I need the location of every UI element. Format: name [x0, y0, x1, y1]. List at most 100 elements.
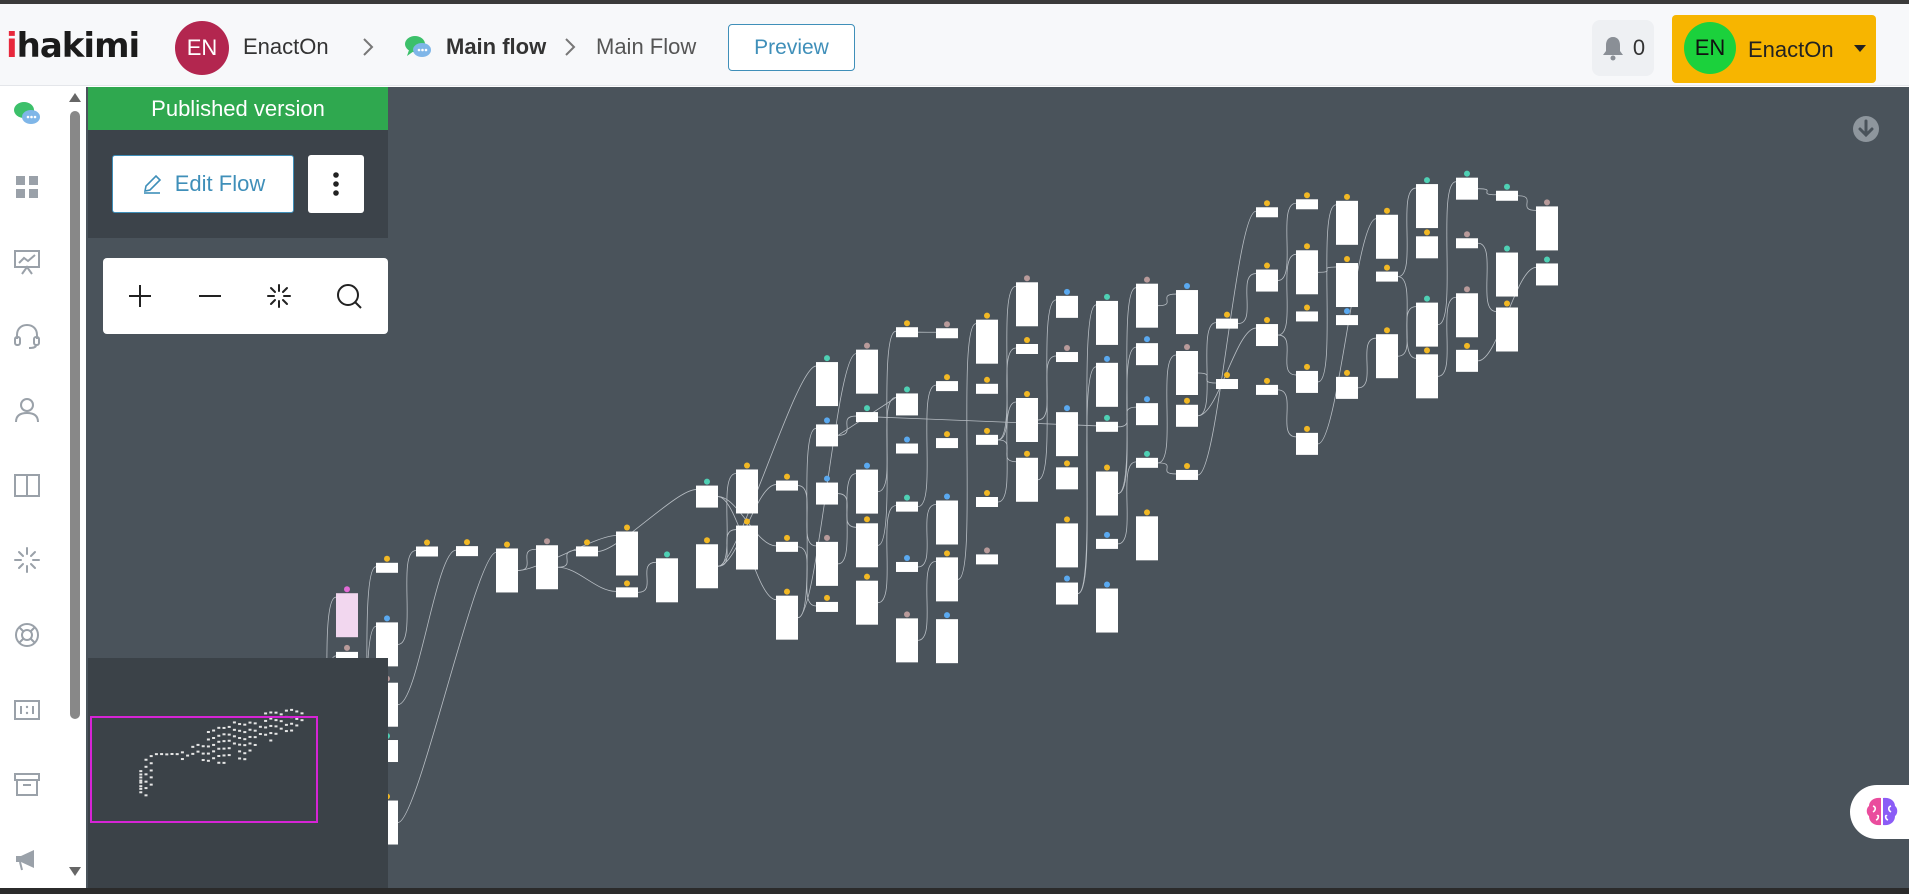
- flow-node-port[interactable]: [1384, 264, 1390, 271]
- flow-node-port[interactable]: [1144, 276, 1150, 283]
- flow-node[interactable]: [576, 539, 598, 557]
- flow-node-port[interactable]: [1264, 317, 1270, 324]
- flow-node[interactable]: [856, 405, 878, 423]
- flow-node-card[interactable]: [1536, 206, 1558, 251]
- flow-node[interactable]: [1176, 462, 1198, 480]
- flow-minimap[interactable]: [88, 658, 388, 888]
- flow-node-port[interactable]: [1104, 531, 1110, 538]
- flow-node-card[interactable]: [616, 587, 638, 598]
- flow-node-port[interactable]: [624, 524, 630, 531]
- ratio-icon[interactable]: [12, 695, 42, 725]
- flow-node[interactable]: [936, 550, 958, 602]
- download-icon[interactable]: [1851, 114, 1881, 144]
- flow-node-port[interactable]: [1464, 231, 1470, 238]
- flow-node-card[interactable]: [936, 619, 958, 664]
- flow-node-card[interactable]: [1056, 352, 1078, 363]
- flow-node[interactable]: [1016, 275, 1038, 327]
- flow-node-port[interactable]: [1104, 581, 1110, 588]
- flow-node-port[interactable]: [1024, 275, 1030, 282]
- flow-node[interactable]: [1216, 311, 1238, 329]
- flow-node-card[interactable]: [1176, 469, 1198, 480]
- flow-node[interactable]: [856, 573, 878, 625]
- breadcrumb-flow[interactable]: Main flow: [446, 34, 546, 60]
- flow-node-card[interactable]: [616, 531, 638, 576]
- flow-node-port[interactable]: [1184, 462, 1190, 469]
- flow-node[interactable]: [1096, 293, 1118, 345]
- user-menu-button[interactable]: EN EnactOn: [1672, 15, 1876, 83]
- flow-node-port[interactable]: [1384, 327, 1390, 334]
- flow-node-port[interactable]: [1184, 397, 1190, 404]
- flow-node[interactable]: [896, 494, 918, 512]
- flow-node[interactable]: [856, 516, 878, 568]
- flow-node-card[interactable]: [1056, 523, 1078, 568]
- flow-node-card[interactable]: [1136, 516, 1158, 561]
- flow-node[interactable]: [1136, 509, 1158, 561]
- flow-node-card[interactable]: [1216, 379, 1238, 390]
- flow-node[interactable]: [696, 537, 718, 589]
- flow-node-card[interactable]: [1056, 295, 1078, 318]
- flow-node-card[interactable]: [336, 593, 358, 638]
- flow-node-port[interactable]: [904, 386, 910, 393]
- flow-node-card[interactable]: [856, 349, 878, 394]
- flow-node-port[interactable]: [784, 588, 790, 595]
- flow-node[interactable]: [1056, 460, 1078, 490]
- flow-node-card[interactable]: [1176, 404, 1198, 427]
- flow-node-card[interactable]: [896, 443, 918, 454]
- flow-node[interactable]: [1096, 414, 1118, 432]
- flow-node-port[interactable]: [904, 611, 910, 618]
- search-button[interactable]: [329, 276, 369, 316]
- flow-node-card[interactable]: [816, 541, 838, 586]
- flow-node-card[interactable]: [1416, 302, 1438, 347]
- flow-node-card[interactable]: [456, 546, 478, 557]
- flow-node-port[interactable]: [1424, 229, 1430, 236]
- flow-node[interactable]: [816, 417, 838, 447]
- flow-node-port[interactable]: [1424, 295, 1430, 302]
- flow-node-port[interactable]: [864, 405, 870, 412]
- flow-node-port[interactable]: [984, 490, 990, 497]
- flow-node-card[interactable]: [416, 546, 438, 557]
- flow-node-card[interactable]: [1296, 311, 1318, 322]
- flow-node[interactable]: [1296, 425, 1318, 455]
- flow-node-card[interactable]: [1056, 467, 1078, 490]
- flow-node-port[interactable]: [1024, 390, 1030, 397]
- flow-node-card[interactable]: [1096, 362, 1118, 407]
- flow-node[interactable]: [1136, 276, 1158, 328]
- flow-node-port[interactable]: [1104, 464, 1110, 471]
- flow-node-port[interactable]: [1464, 286, 1470, 293]
- flow-node-card[interactable]: [896, 327, 918, 338]
- flow-node-port[interactable]: [384, 615, 390, 622]
- flow-node-port[interactable]: [1344, 256, 1350, 263]
- flow-node-card[interactable]: [1296, 370, 1318, 393]
- flow-node-port[interactable]: [864, 573, 870, 580]
- flow-node[interactable]: [1336, 256, 1358, 308]
- flow-node-card[interactable]: [856, 412, 878, 423]
- flow-node-card[interactable]: [736, 525, 758, 570]
- flow-node[interactable]: [1176, 283, 1198, 335]
- flow-node-port[interactable]: [824, 594, 830, 601]
- flow-node-card[interactable]: [1376, 214, 1398, 259]
- flow-node-port[interactable]: [944, 612, 950, 619]
- flow-node-card[interactable]: [816, 362, 838, 407]
- flow-node-card[interactable]: [1456, 177, 1478, 200]
- flow-node[interactable]: [1416, 347, 1438, 399]
- flow-node-port[interactable]: [1144, 509, 1150, 516]
- flow-node[interactable]: [1296, 243, 1318, 295]
- flow-node-card[interactable]: [696, 544, 718, 589]
- flow-node-card[interactable]: [1496, 307, 1518, 352]
- flow-node[interactable]: [776, 534, 798, 552]
- flow-node-card[interactable]: [896, 561, 918, 572]
- flow-node-card[interactable]: [696, 485, 718, 508]
- flow-node-card[interactable]: [776, 480, 798, 491]
- flow-node-port[interactable]: [504, 541, 510, 548]
- edit-flow-button[interactable]: Edit Flow: [112, 155, 294, 213]
- megaphone-icon[interactable]: [12, 844, 42, 874]
- flow-node-port[interactable]: [1344, 369, 1350, 376]
- flow-node[interactable]: [1016, 450, 1038, 502]
- flow-node-port[interactable]: [1144, 336, 1150, 343]
- flow-node[interactable]: [1416, 295, 1438, 347]
- flow-node[interactable]: [1056, 288, 1078, 318]
- flow-node[interactable]: [1096, 464, 1118, 516]
- flow-node[interactable]: [896, 611, 918, 663]
- flow-node-port[interactable]: [1064, 460, 1070, 467]
- flow-node-port[interactable]: [344, 586, 350, 593]
